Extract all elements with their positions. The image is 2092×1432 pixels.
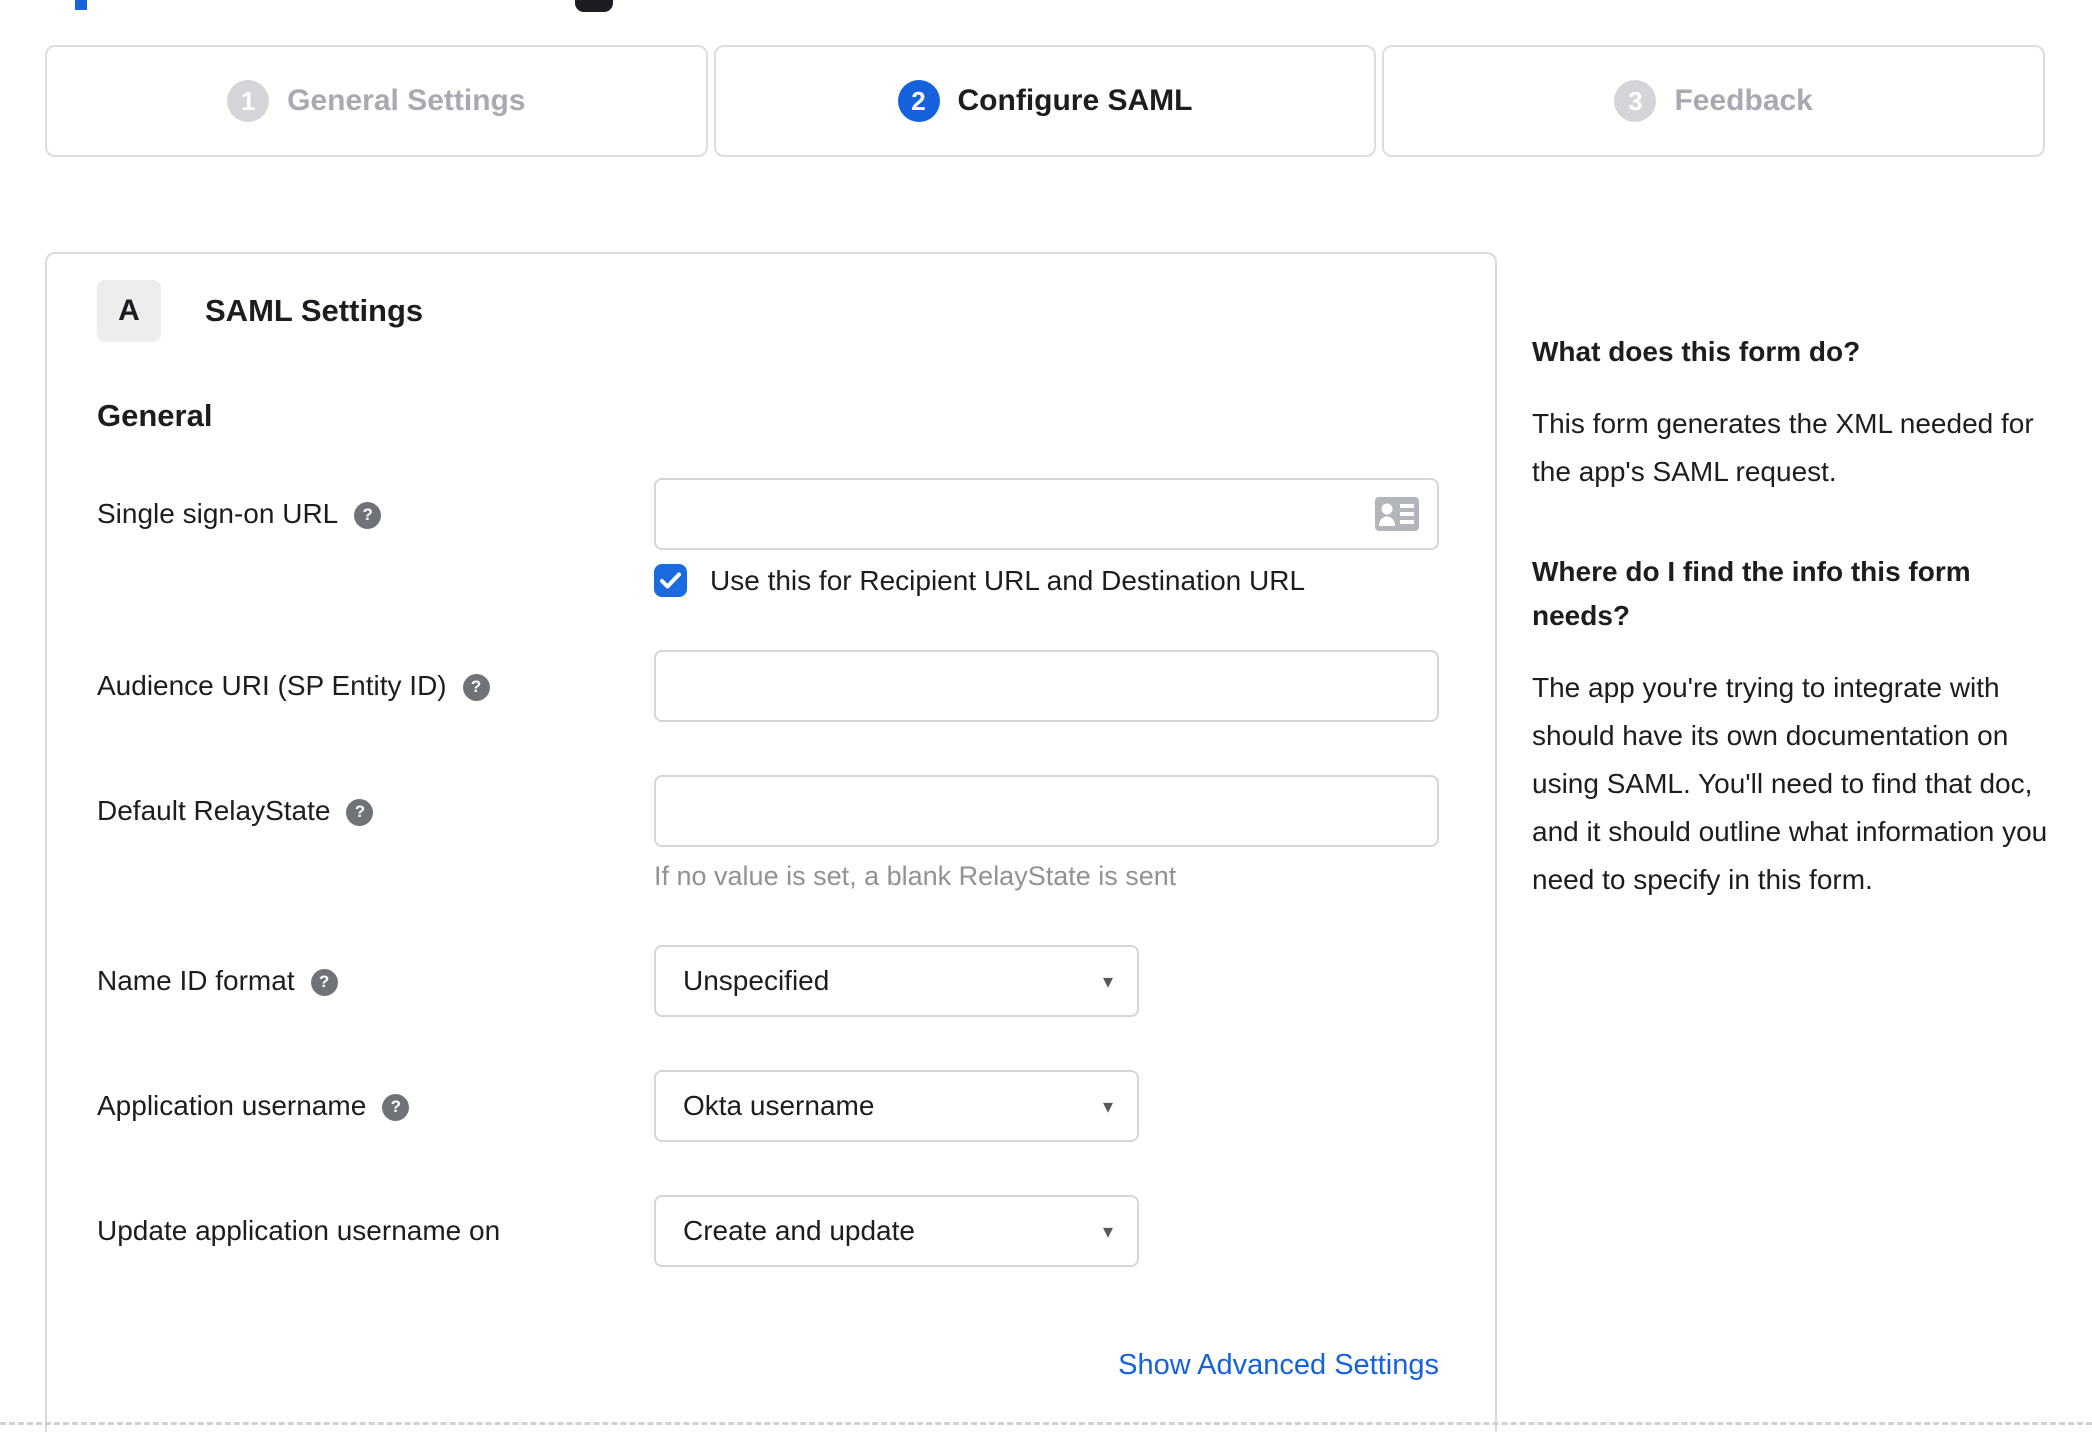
update-application-username-label: Update application username on (97, 1215, 501, 1246)
recipient-url-checkbox[interactable] (654, 564, 687, 597)
help-sidebar: What does this form do? This form genera… (1532, 330, 2062, 958)
show-advanced-settings-link[interactable]: Show Advanced Settings (1118, 1349, 1439, 1381)
recipient-url-checkbox-label[interactable]: Use this for Recipient URL and Destinati… (710, 565, 1305, 597)
field-label-col: Application username? (97, 1070, 654, 1142)
update-application-username-value: Create and update (683, 1215, 915, 1246)
field-row-application-username: Application username? Okta username ▾ (97, 1070, 1495, 1142)
bottom-dashed-divider (0, 1422, 2092, 1425)
step-1-number-badge: 1 (227, 80, 270, 122)
saml-form: Single sign-on URL? Use this for Recipie… (97, 478, 1495, 1382)
field-row-default-relaystate: Default RelayState? If no value is set, … (97, 775, 1495, 892)
field-row-name-id-format: Name ID format? Unspecified ▾ (97, 945, 1495, 1017)
panel-title: SAML Settings (205, 293, 424, 328)
step-3-label: Feedback (1674, 84, 1813, 117)
chevron-down-icon: ▾ (1102, 1095, 1113, 1118)
general-section-heading: General (97, 398, 213, 433)
application-username-value: Okta username (683, 1090, 875, 1121)
help-icon[interactable]: ? (354, 501, 382, 529)
audience-uri-label: Audience URI (SP Entity ID) (97, 670, 447, 701)
checkmark-icon (660, 572, 681, 589)
field-label-col: Audience URI (SP Entity ID)? (97, 650, 654, 722)
step-2-label: Configure SAML (957, 84, 1193, 117)
field-label-col: Single sign-on URL? (97, 478, 654, 597)
contact-card-icon[interactable] (1375, 497, 1419, 536)
cropped-app-icon-fragment (575, 0, 613, 12)
sidebar-body-where: The app you're trying to integrate with … (1532, 672, 2048, 895)
field-label-col: Name ID format? (97, 945, 654, 1017)
default-relaystate-input[interactable] (654, 775, 1439, 847)
help-icon[interactable]: ? (346, 798, 374, 826)
step-general-settings[interactable]: 1 General Settings (45, 45, 708, 157)
step-configure-saml[interactable]: 2 Configure SAML (713, 45, 1377, 157)
relaystate-hint-text: If no value is set, a blank RelayState i… (654, 861, 1177, 891)
application-username-label: Application username (97, 1090, 367, 1121)
audience-uri-input[interactable] (654, 650, 1439, 722)
sidebar-body-what: This form generates the XML needed for t… (1532, 408, 2034, 487)
saml-settings-panel: A SAML Settings General Single sign-on U… (45, 252, 1497, 1432)
application-username-select[interactable]: Okta username ▾ (654, 1070, 1139, 1142)
name-id-format-select[interactable]: Unspecified ▾ (654, 945, 1139, 1017)
sidebar-heading-what: What does this form do? (1532, 336, 1861, 367)
panel-header: A SAML Settings (97, 280, 1495, 342)
field-row-update-application-username: Update application username on Create an… (97, 1195, 1495, 1267)
update-application-username-select[interactable]: Create and update ▾ (654, 1195, 1139, 1267)
default-relaystate-label: Default RelayState (97, 795, 331, 826)
advanced-settings-row: Show Advanced Settings (97, 1349, 1439, 1382)
field-row-single-sign-on-url: Single sign-on URL? Use this for Recipie… (97, 478, 1495, 597)
cropped-header-logo-fragment (75, 0, 87, 10)
single-sign-on-url-label: Single sign-on URL (97, 498, 339, 529)
section-a-badge: A (97, 280, 161, 342)
help-icon[interactable]: ? (462, 673, 490, 701)
help-icon[interactable]: ? (382, 1093, 410, 1121)
field-row-audience-uri: Audience URI (SP Entity ID)? (97, 650, 1495, 722)
help-icon[interactable]: ? (310, 968, 338, 996)
name-id-format-label: Name ID format (97, 965, 295, 996)
step-feedback[interactable]: 3 Feedback (1382, 45, 2046, 157)
step-3-number-badge: 3 (1614, 80, 1657, 122)
single-sign-on-url-input[interactable] (654, 478, 1439, 550)
name-id-format-value: Unspecified (683, 965, 830, 996)
chevron-down-icon: ▾ (1102, 1220, 1113, 1243)
field-label-col: Default RelayState? (97, 775, 654, 892)
field-label-col: Update application username on (97, 1195, 654, 1267)
step-2-number-badge: 2 (897, 80, 940, 122)
sidebar-heading-where: Where do I find the info this form needs… (1532, 556, 1971, 631)
step-1-label: General Settings (287, 84, 526, 117)
chevron-down-icon: ▾ (1102, 970, 1113, 993)
recipient-url-checkbox-row: Use this for Recipient URL and Destinati… (654, 564, 1495, 597)
wizard-stepper: 1 General Settings 2 Configure SAML 3 Fe… (45, 45, 2046, 157)
